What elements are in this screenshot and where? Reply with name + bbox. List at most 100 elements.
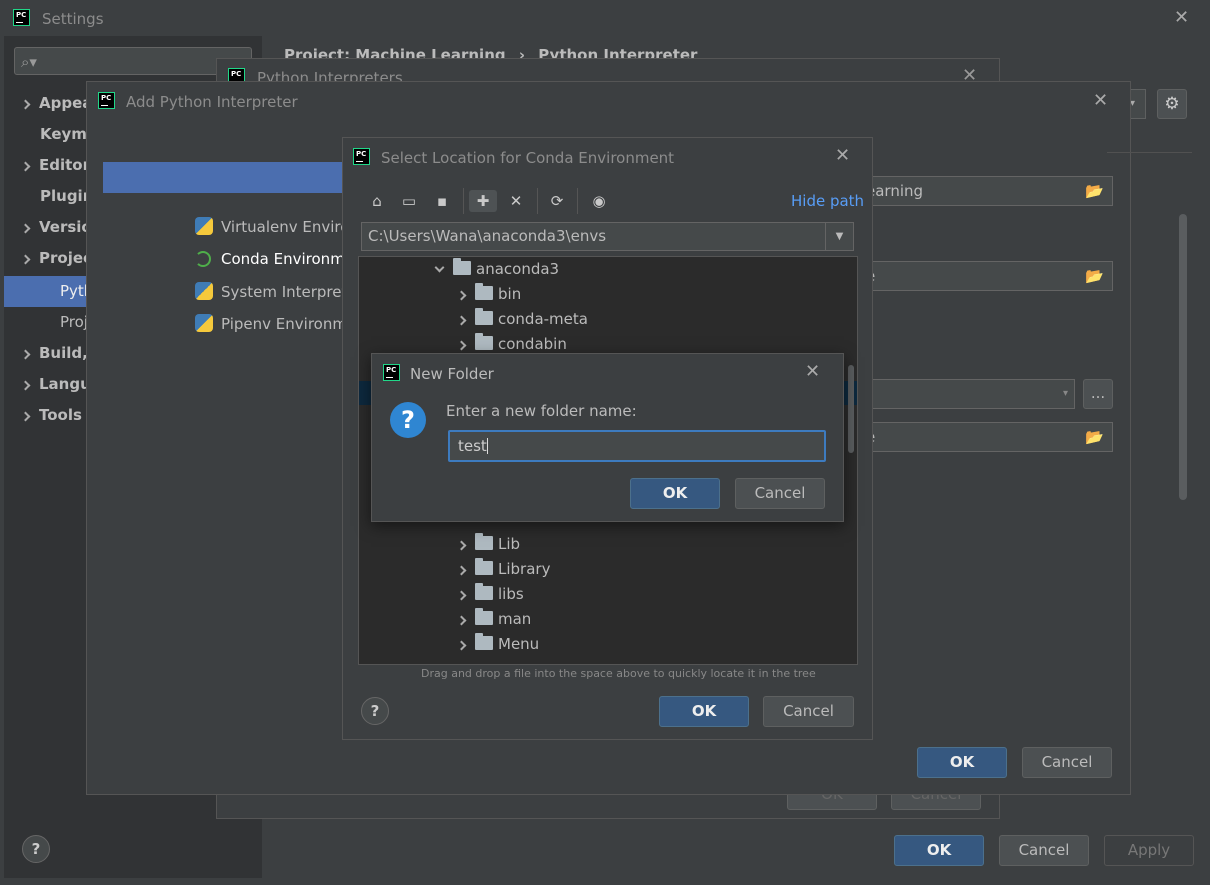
add-interpreter-title: Add Python Interpreter: [126, 93, 298, 111]
project-folder-icon[interactable]: ▪: [429, 190, 455, 212]
folder-icon[interactable]: 📂: [1085, 423, 1104, 451]
settings-cancel-button[interactable]: Cancel: [999, 835, 1089, 866]
folder-icon: [475, 533, 493, 550]
folder-icon: [475, 633, 493, 650]
folder-icon[interactable]: 📂: [1085, 177, 1104, 205]
sidebar-item-label: Project: Machine Learning: [39, 249, 86, 267]
chevron-right-icon[interactable]: [456, 615, 467, 626]
sidebar-item[interactable]: Tools: [22, 400, 86, 431]
tree-node[interactable]: man: [456, 607, 531, 632]
drag-drop-hint: Drag and drop a file into the space abov…: [421, 667, 816, 680]
chevron-right-icon[interactable]: [22, 349, 31, 360]
tree-node-label: libs: [498, 585, 524, 603]
home-icon[interactable]: ⌂: [364, 190, 390, 212]
sidebar-item-label: Keymap: [40, 125, 86, 143]
close-icon[interactable]: ✕: [1174, 9, 1189, 27]
refresh-icon[interactable]: ⟳: [544, 190, 570, 212]
interpreter-dropdown-arrow[interactable]: ▾: [1130, 89, 1146, 119]
chevron-down-icon[interactable]: ▼: [825, 223, 853, 250]
chevron-right-icon[interactable]: [456, 540, 467, 551]
select-location-title: Select Location for Conda Environment: [381, 149, 675, 167]
tree-node[interactable]: Menu: [456, 632, 539, 657]
pipenv-icon: [195, 314, 213, 332]
tree-node[interactable]: Lib: [456, 532, 521, 557]
select-help-button[interactable]: ?: [361, 697, 389, 725]
sidebar-item-label: Editor: [39, 156, 86, 174]
sidebar-item[interactable]: Project: Machine Learning: [22, 243, 86, 274]
panel-divider: [1107, 152, 1192, 153]
add-cancel-button[interactable]: Cancel: [1022, 747, 1112, 778]
select-ok-button[interactable]: OK: [659, 696, 749, 727]
sidebar-item[interactable]: Build, Execution, Deployment: [22, 338, 86, 369]
sidebar-item[interactable]: Editor: [22, 150, 86, 181]
tree-node[interactable]: conda-meta: [456, 307, 588, 332]
settings-help-button[interactable]: ?: [22, 835, 50, 863]
delete-icon[interactable]: ✕: [503, 190, 529, 212]
path-input[interactable]: C:\Users\Wana\anaconda3\envs ▼: [361, 222, 854, 251]
folder-icon: [475, 583, 493, 600]
desktop-icon[interactable]: ▭: [396, 190, 422, 212]
conda-icon: [195, 251, 211, 267]
new-folder-cancel-button[interactable]: Cancel: [735, 478, 825, 509]
chevron-right-icon[interactable]: [456, 565, 467, 576]
sidebar-item[interactable]: Plugins: [40, 181, 86, 212]
chevron-down-icon[interactable]: [434, 262, 445, 273]
scrollbar[interactable]: [1179, 214, 1187, 500]
tree-node[interactable]: libs: [456, 582, 524, 607]
chevron-right-icon[interactable]: [456, 315, 467, 326]
tree-node-label: conda-meta: [498, 310, 588, 328]
browse-button[interactable]: ...: [1083, 379, 1113, 409]
tree-scrollbar[interactable]: [848, 365, 854, 453]
folder-icon: [475, 283, 493, 300]
sidebar-item-label: Python Interpreter: [60, 282, 86, 300]
show-hidden-icon[interactable]: ◉: [586, 190, 612, 212]
close-icon[interactable]: ✕: [1093, 92, 1108, 110]
settings-ok-button[interactable]: OK: [894, 835, 984, 866]
chevron-right-icon[interactable]: [456, 640, 467, 651]
sidebar-item[interactable]: Keymap: [40, 119, 86, 150]
sidebar-item-label: Version Control: [39, 218, 86, 236]
conda-executable-field[interactable]: e📂: [859, 422, 1113, 452]
hide-path-link[interactable]: Hide path: [791, 192, 864, 210]
sidebar-item[interactable]: Python Interpreter: [60, 276, 86, 307]
location-field[interactable]: earning 📂: [859, 176, 1113, 206]
new-folder-ok-button[interactable]: OK: [630, 478, 720, 509]
python-version-field[interactable]: e📂: [859, 261, 1113, 291]
tree-node[interactable]: anaconda3: [434, 257, 559, 282]
sidebar-item[interactable]: Appearance: [22, 88, 86, 119]
chevron-right-icon[interactable]: [22, 380, 31, 391]
tree-node[interactable]: bin: [456, 282, 521, 307]
chevron-right-icon[interactable]: [22, 411, 31, 422]
close-icon[interactable]: ✕: [805, 363, 820, 381]
add-ok-button[interactable]: OK: [917, 747, 1007, 778]
python-icon: [195, 282, 213, 300]
chevron-right-icon[interactable]: [456, 290, 467, 301]
folder-name-input[interactable]: test: [448, 430, 826, 462]
question-icon: ?: [390, 402, 426, 438]
sidebar-item[interactable]: Project Structure: [60, 307, 86, 338]
chevron-right-icon[interactable]: [22, 99, 31, 110]
new-folder-icon[interactable]: ✚: [469, 190, 497, 212]
tree-node-label: Lib: [498, 535, 521, 553]
sidebar-item[interactable]: Languages & Frameworks: [22, 369, 86, 400]
sidebar-item-label: Languages & Frameworks: [39, 375, 86, 393]
interpreter-dropdown[interactable]: ▾: [859, 379, 1075, 409]
chevron-right-icon[interactable]: [22, 161, 31, 172]
tree-node[interactable]: Library: [456, 557, 550, 582]
select-cancel-button[interactable]: Cancel: [763, 696, 854, 727]
sidebar-item[interactable]: Version Control: [22, 212, 86, 243]
sidebar-item-label: Build, Execution, Deployment: [39, 344, 86, 362]
settings-title: Settings: [42, 10, 104, 28]
chevron-right-icon[interactable]: [22, 254, 31, 265]
folder-icon[interactable]: 📂: [1085, 262, 1104, 290]
close-icon[interactable]: ✕: [835, 147, 850, 165]
folder-icon: [453, 258, 471, 275]
folder-icon: [475, 608, 493, 625]
chevron-right-icon[interactable]: [456, 590, 467, 601]
gear-icon[interactable]: ⚙: [1157, 89, 1187, 119]
chevron-right-icon[interactable]: [456, 340, 467, 351]
settings-apply-button[interactable]: Apply: [1104, 835, 1194, 866]
sidebar-item-label: Plugins: [40, 187, 86, 205]
chevron-right-icon[interactable]: [22, 223, 31, 234]
sidebar-item-label: Tools: [39, 406, 82, 424]
